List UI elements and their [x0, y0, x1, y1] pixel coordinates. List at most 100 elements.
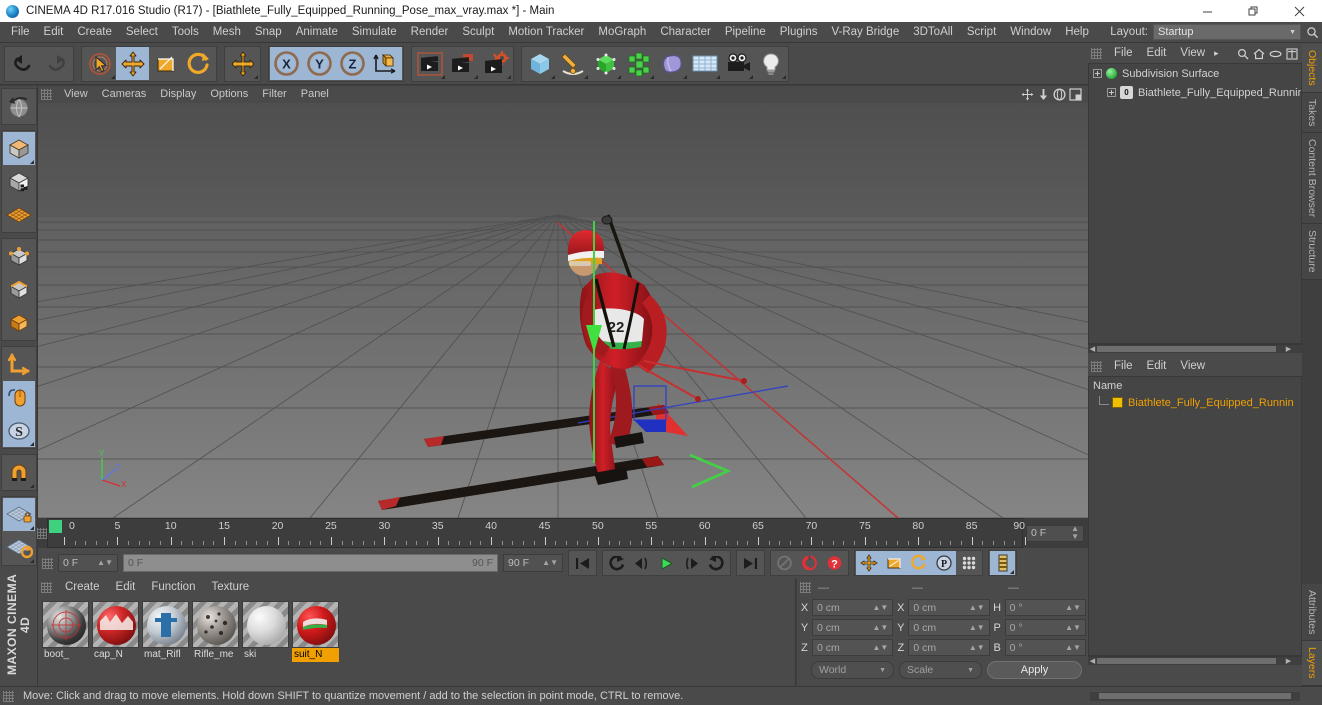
menu-mesh[interactable]: Mesh [206, 22, 248, 43]
world-object-coordinate-toggle[interactable] [369, 47, 402, 80]
add-deformer-button[interactable] [655, 47, 688, 80]
menu-motion-tracker[interactable]: Motion Tracker [501, 22, 591, 43]
layer-row[interactable]: Biathlete_Fully_Equipped_Runnin [1089, 394, 1301, 411]
menu-edit[interactable]: Edit [37, 22, 71, 43]
coord-input-rot-h[interactable]: 0 ° ▲▼ [1004, 599, 1086, 616]
objects-menu-overflow-arrow[interactable]: ▸ [1212, 44, 1221, 63]
material-thumbnail[interactable] [292, 601, 339, 648]
add-spline-button[interactable] [556, 47, 589, 80]
spinner-icon[interactable]: ▲▼ [872, 603, 888, 612]
search-icon[interactable] [1306, 26, 1319, 39]
go-to-start-button[interactable] [570, 551, 595, 575]
minimize-button[interactable] [1184, 0, 1230, 22]
viewport-menu-display[interactable]: Display [153, 86, 203, 103]
y-axis-lock-toggle[interactable]: Y [303, 47, 336, 80]
material-thumbnail[interactable] [242, 601, 289, 648]
spinner-icon[interactable]: ▲▼ [1065, 603, 1081, 612]
redo-button[interactable] [39, 47, 72, 80]
spinner-icon[interactable]: ▲▼ [872, 623, 888, 632]
points-mode-button[interactable] [2, 240, 35, 273]
current-frame-input[interactable]: 0 F ▲▼ [58, 554, 118, 572]
material-item[interactable]: suit_N [292, 601, 339, 662]
material-menu-function[interactable]: Function [143, 578, 203, 597]
spinner-icon[interactable]: ▲▼ [872, 643, 888, 652]
menu-3dtoall[interactable]: 3DToAll [906, 22, 960, 43]
rotate-view-icon[interactable] [1053, 88, 1066, 101]
layout-dropdown[interactable]: Startup ▼ [1153, 24, 1301, 40]
layers-menu-edit[interactable]: Edit [1140, 357, 1174, 376]
coord-input-size-z[interactable]: 0 cm ▲▼ [908, 639, 990, 656]
objects-horizontal-scrollbar[interactable]: ◀ ▶ [1088, 344, 1302, 353]
autokeying-button[interactable] [797, 551, 822, 575]
objects-menu-edit[interactable]: Edit [1140, 44, 1174, 63]
tab-objects[interactable]: Objects [1302, 44, 1322, 93]
object-tree-row[interactable]: 0 Biathlete_Fully_Equipped_Runnin [1089, 83, 1301, 102]
link-icon[interactable] [1269, 48, 1282, 60]
enable-axis-button[interactable] [2, 381, 35, 414]
material-menu-texture[interactable]: Texture [203, 578, 257, 597]
menu-simulate[interactable]: Simulate [345, 22, 404, 43]
menu-window[interactable]: Window [1003, 22, 1058, 43]
workplane-lock-button[interactable] [2, 498, 35, 531]
objects-menu-file[interactable]: File [1107, 44, 1140, 63]
viewport-menu-filter[interactable]: Filter [255, 86, 293, 103]
texture-mode-button[interactable] [2, 198, 35, 231]
viewport-canvas[interactable]: Perspective Grid Spacing : 100 cm [38, 103, 1088, 518]
editable-object-toggle[interactable] [2, 132, 35, 165]
viewport-menu-view[interactable]: View [57, 86, 95, 103]
coordinate-system-dropdown[interactable]: World ▼ [811, 661, 894, 679]
dolly-view-icon[interactable] [1037, 88, 1050, 101]
move-tool[interactable] [116, 47, 149, 80]
scroll-left-icon[interactable]: ◀ [1088, 345, 1097, 353]
z-axis-lock-toggle[interactable]: Z [336, 47, 369, 80]
scrollbar-thumb[interactable] [1099, 692, 1291, 699]
spinner-icon[interactable]: ▲▼ [969, 643, 985, 652]
menu-tools[interactable]: Tools [165, 22, 206, 43]
menu-pipeline[interactable]: Pipeline [718, 22, 773, 43]
end-frame-input[interactable]: 90 F ▲▼ [503, 554, 563, 572]
material-menu-create[interactable]: Create [57, 578, 108, 597]
current-frame-marker[interactable] [49, 520, 62, 533]
edges-mode-button[interactable] [2, 273, 35, 306]
material-item[interactable]: Rifle_me [192, 601, 239, 662]
coord-input-pos-z[interactable]: 0 cm ▲▼ [812, 639, 894, 656]
timeline-frame-field[interactable]: 0 F ▲ ▼ [1026, 524, 1084, 542]
menu-file[interactable]: File [4, 22, 37, 43]
parameter-key-toggle[interactable]: P [931, 551, 956, 575]
menu-animate[interactable]: Animate [289, 22, 345, 43]
status-grip-icon[interactable] [3, 690, 14, 702]
coordinate-mode-dropdown[interactable]: Scale ▼ [899, 661, 982, 679]
expand-toggle-icon[interactable] [1107, 88, 1116, 97]
menu-select[interactable]: Select [119, 22, 165, 43]
tab-attributes[interactable]: Attributes [1302, 584, 1322, 642]
objects-tree[interactable]: Subdivision Surface 0 Biathlete_Fully_Eq… [1088, 63, 1302, 344]
coord-input-size-y[interactable]: 0 cm ▲▼ [908, 619, 990, 636]
material-thumbnail[interactable] [192, 601, 239, 648]
material-item[interactable]: cap_N [92, 601, 139, 662]
layers-list[interactable]: Name Biathlete_Fully_Equipped_Runnin [1088, 376, 1302, 656]
menu-sculpt[interactable]: Sculpt [455, 22, 501, 43]
scrollbar-thumb[interactable] [1097, 658, 1276, 664]
timeline-editor-button[interactable] [990, 551, 1015, 575]
spinner-icon[interactable]: ▲▼ [542, 559, 558, 567]
coord-input-pos-y[interactable]: 0 cm ▲▼ [812, 619, 894, 636]
layer-color-swatch[interactable] [1112, 397, 1123, 408]
viewport-solo-button[interactable]: S [2, 414, 35, 447]
coordinates-grip-icon[interactable] [800, 582, 811, 593]
viewport-menu-panel[interactable]: Panel [294, 86, 336, 103]
tab-structure[interactable]: Structure [1302, 224, 1322, 280]
last-used-tool[interactable] [226, 47, 259, 80]
x-axis-lock-toggle[interactable]: X [270, 47, 303, 80]
objects-menu-view[interactable]: View [1173, 44, 1212, 63]
status-scrollbar[interactable] [1090, 691, 1300, 701]
fit-icon[interactable] [1286, 47, 1298, 60]
spinner-icon[interactable]: ▲▼ [1065, 643, 1081, 652]
tab-takes[interactable]: Takes [1302, 92, 1322, 134]
add-mograph-button[interactable] [622, 47, 655, 80]
polygons-mode-button[interactable] [2, 306, 35, 339]
spinner-icon[interactable]: ▲▼ [1065, 623, 1081, 632]
add-generator-button[interactable] [589, 47, 622, 80]
menu-create[interactable]: Create [70, 22, 119, 43]
undo-view-button[interactable] [2, 90, 35, 123]
axis-modify-button[interactable] [2, 348, 35, 381]
